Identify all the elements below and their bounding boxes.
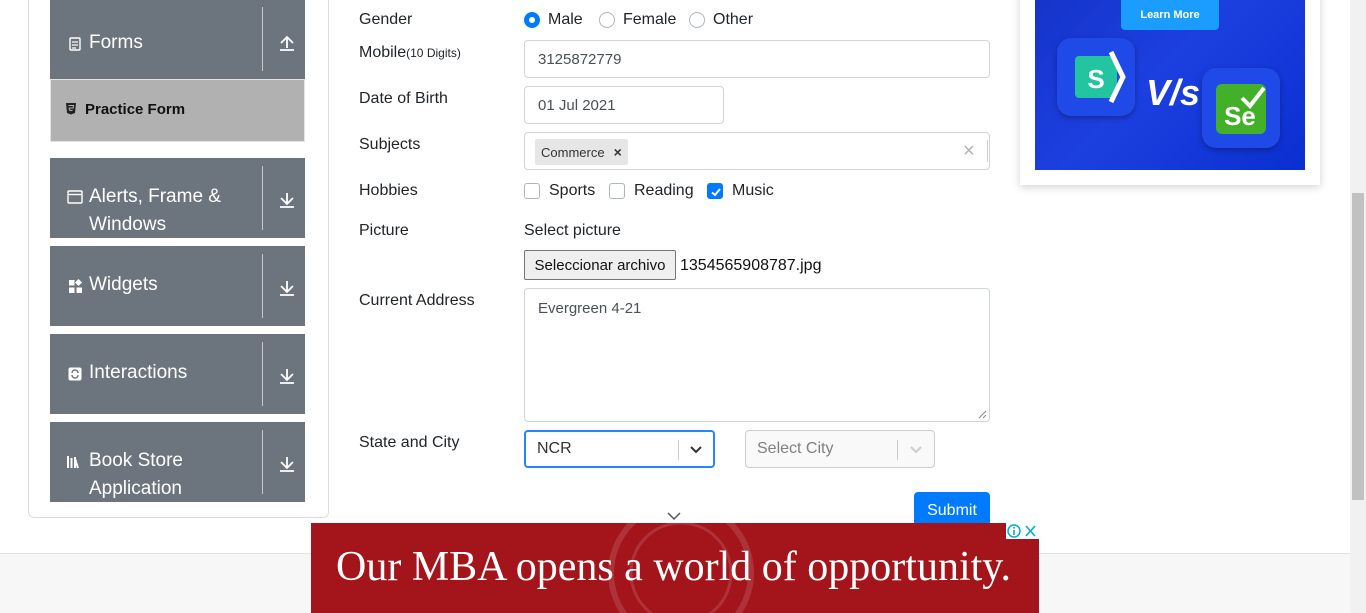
- books-icon: [66, 455, 84, 471]
- subject-chip-label: Commerce: [541, 144, 605, 160]
- interactions-icon: [67, 367, 83, 383]
- chevron-down-icon[interactable]: [689, 444, 703, 456]
- svg-text:S: S: [1087, 64, 1104, 94]
- picture-label: Picture: [359, 222, 409, 239]
- subject-chip: Commerce ×: [535, 139, 628, 165]
- city-select[interactable]: Select City: [745, 430, 935, 468]
- divider: [262, 254, 263, 318]
- mobile-input[interactable]: 3125872779: [524, 40, 990, 78]
- dob-label: Date of Birth: [359, 90, 448, 107]
- document-icon: [67, 37, 83, 53]
- sidebar-group-label: Interactions: [89, 362, 188, 383]
- arrow-up-icon[interactable]: [277, 33, 297, 53]
- versus-text: V/s: [1146, 72, 1201, 113]
- checkbox-label: Music: [732, 182, 774, 199]
- file-name: 1354565908787.jpg: [680, 257, 822, 274]
- file-upload-button[interactable]: Seleccionar archivo: [524, 250, 676, 280]
- sidebar-group-alerts[interactable]: Alerts, Frame & Windows: [50, 158, 305, 238]
- gender-radio-female[interactable]: Female: [599, 11, 676, 29]
- state-select[interactable]: NCR: [524, 430, 715, 468]
- html5-icon: [65, 102, 77, 118]
- mobile-label: Mobile(10 Digits): [359, 44, 461, 62]
- sidebar-group-interactions[interactable]: Interactions: [50, 334, 305, 414]
- hobbies-label: Hobbies: [359, 182, 418, 199]
- bottom-ad-text: Our MBA opens a world of opportunity.: [336, 544, 1012, 590]
- divider: [262, 7, 263, 71]
- checkmark-icon: [711, 188, 721, 197]
- sidebar: Forms Practice Form Alerts, Frame & Wind…: [28, 0, 329, 518]
- arrow-down-icon[interactable]: [277, 278, 297, 298]
- learn-more-button[interactable]: Learn More: [1121, 0, 1219, 30]
- mobile-label-text: Mobile: [359, 44, 407, 61]
- sidebar-group-widgets[interactable]: Widgets: [50, 246, 305, 326]
- chevron-down-icon[interactable]: [909, 444, 923, 456]
- divider: [678, 440, 679, 460]
- gender-label: Gender: [359, 11, 413, 28]
- window-icon: [67, 190, 83, 206]
- radio-label: Male: [548, 11, 583, 28]
- selenium-logo: Se: [1202, 68, 1280, 148]
- gender-radio-male[interactable]: Male: [524, 11, 583, 29]
- top-ad[interactable]: Learn More S V/s Se: [1020, 0, 1320, 185]
- address-value: Evergreen 4-21: [538, 300, 642, 317]
- sidebar-group-label: Alerts, Frame & Windows: [89, 186, 221, 235]
- sidebar-group-label: Book Store Application: [89, 450, 183, 499]
- checkbox-label: Reading: [634, 182, 694, 199]
- hobby-checkbox-music[interactable]: Music: [707, 182, 774, 200]
- city-placeholder: Select City: [757, 440, 834, 457]
- checkbox-box[interactable]: [707, 183, 723, 199]
- address-label: Current Address: [359, 292, 475, 309]
- resize-grip-icon[interactable]: [978, 410, 987, 419]
- radio-label: Other: [713, 11, 754, 28]
- page: Forms Practice Form Alerts, Frame & Wind…: [0, 0, 1366, 613]
- gender-radio-other[interactable]: Other: [689, 11, 753, 29]
- remove-chip-icon[interactable]: ×: [614, 144, 622, 160]
- clear-icon[interactable]: ×: [963, 140, 975, 163]
- chevron-down-icon[interactable]: [666, 511, 682, 521]
- mobile-hint: (10 Digits): [406, 46, 461, 60]
- info-icon[interactable]: [1006, 523, 1022, 539]
- scrollbar[interactable]: [1350, 0, 1366, 613]
- close-icon[interactable]: [1022, 523, 1039, 539]
- top-ad-banner[interactable]: Learn More S V/s Se: [1035, 0, 1305, 170]
- arrow-down-icon[interactable]: [277, 366, 297, 386]
- widgets-icon: [67, 278, 83, 295]
- address-textarea[interactable]: Evergreen 4-21: [524, 288, 990, 422]
- state-value: NCR: [537, 440, 572, 457]
- sidebar-group-book-store[interactable]: Book Store Application: [50, 422, 305, 502]
- dob-input[interactable]: 01 Jul 2021: [524, 86, 724, 124]
- radio-circle[interactable]: [689, 12, 705, 28]
- radio-circle[interactable]: [524, 12, 540, 28]
- divider: [262, 342, 263, 406]
- divider: [987, 140, 988, 162]
- divider: [262, 166, 263, 230]
- state-city-label: State and City: [359, 434, 460, 451]
- sidebar-group-forms[interactable]: Forms: [50, 0, 305, 79]
- divider: [262, 430, 263, 494]
- hobby-checkbox-sports[interactable]: Sports: [524, 182, 595, 200]
- arrow-down-icon[interactable]: [277, 454, 297, 474]
- subjects-label: Subjects: [359, 136, 421, 153]
- mobile-value: 3125872779: [538, 50, 622, 68]
- sidebar-item-label: Practice Form: [85, 101, 186, 118]
- sidebar-group-label: Forms: [89, 32, 143, 53]
- radio-circle[interactable]: [599, 12, 615, 28]
- checkbox-box[interactable]: [524, 183, 540, 199]
- checkbox-box[interactable]: [609, 183, 625, 199]
- dob-value: 01 Jul 2021: [538, 96, 616, 114]
- checkbox-label: Sports: [549, 182, 596, 199]
- hobby-checkbox-reading[interactable]: Reading: [609, 182, 694, 200]
- arrow-down-icon[interactable]: [277, 190, 297, 210]
- ad-choices[interactable]: [1006, 523, 1039, 539]
- radio-label: Female: [623, 11, 677, 28]
- bottom-ad-banner[interactable]: Our MBA opens a world of opportunity.: [311, 523, 1039, 613]
- divider: [897, 440, 898, 460]
- sidebar-group-label: Widgets: [89, 274, 158, 295]
- katalon-logo: S: [1057, 38, 1135, 116]
- sidebar-item-practice-form[interactable]: Practice Form: [50, 79, 305, 142]
- scrollbar-thumb[interactable]: [1352, 193, 1364, 500]
- picture-prompt: Select picture: [524, 222, 621, 239]
